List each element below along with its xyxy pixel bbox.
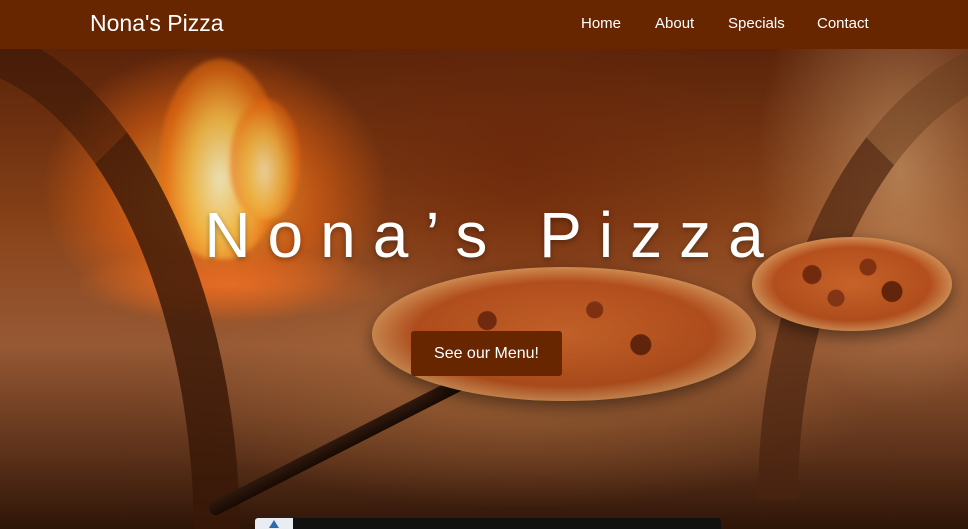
bottom-toolbar[interactable] — [255, 518, 721, 529]
see-menu-button[interactable]: See our Menu! — [411, 331, 562, 376]
nav-link-home[interactable]: Home — [581, 15, 621, 32]
nav-link-about[interactable]: About — [655, 15, 694, 32]
nav-link-contact[interactable]: Contact — [817, 15, 869, 32]
bottom-toolbar-icon-box[interactable] — [255, 518, 293, 529]
hero-section: Nona’s Pizza See our Menu! — [0, 49, 968, 529]
arrow-up-icon — [269, 520, 279, 528]
top-navbar: Nona's Pizza Home About Specials Contact — [0, 0, 968, 49]
hero-overlay — [0, 49, 968, 529]
hero-title: Nona’s Pizza — [204, 199, 781, 271]
nav-link-specials[interactable]: Specials — [728, 15, 785, 32]
hero-background-image — [0, 49, 968, 529]
brand-link[interactable]: Nona's Pizza — [90, 10, 224, 37]
